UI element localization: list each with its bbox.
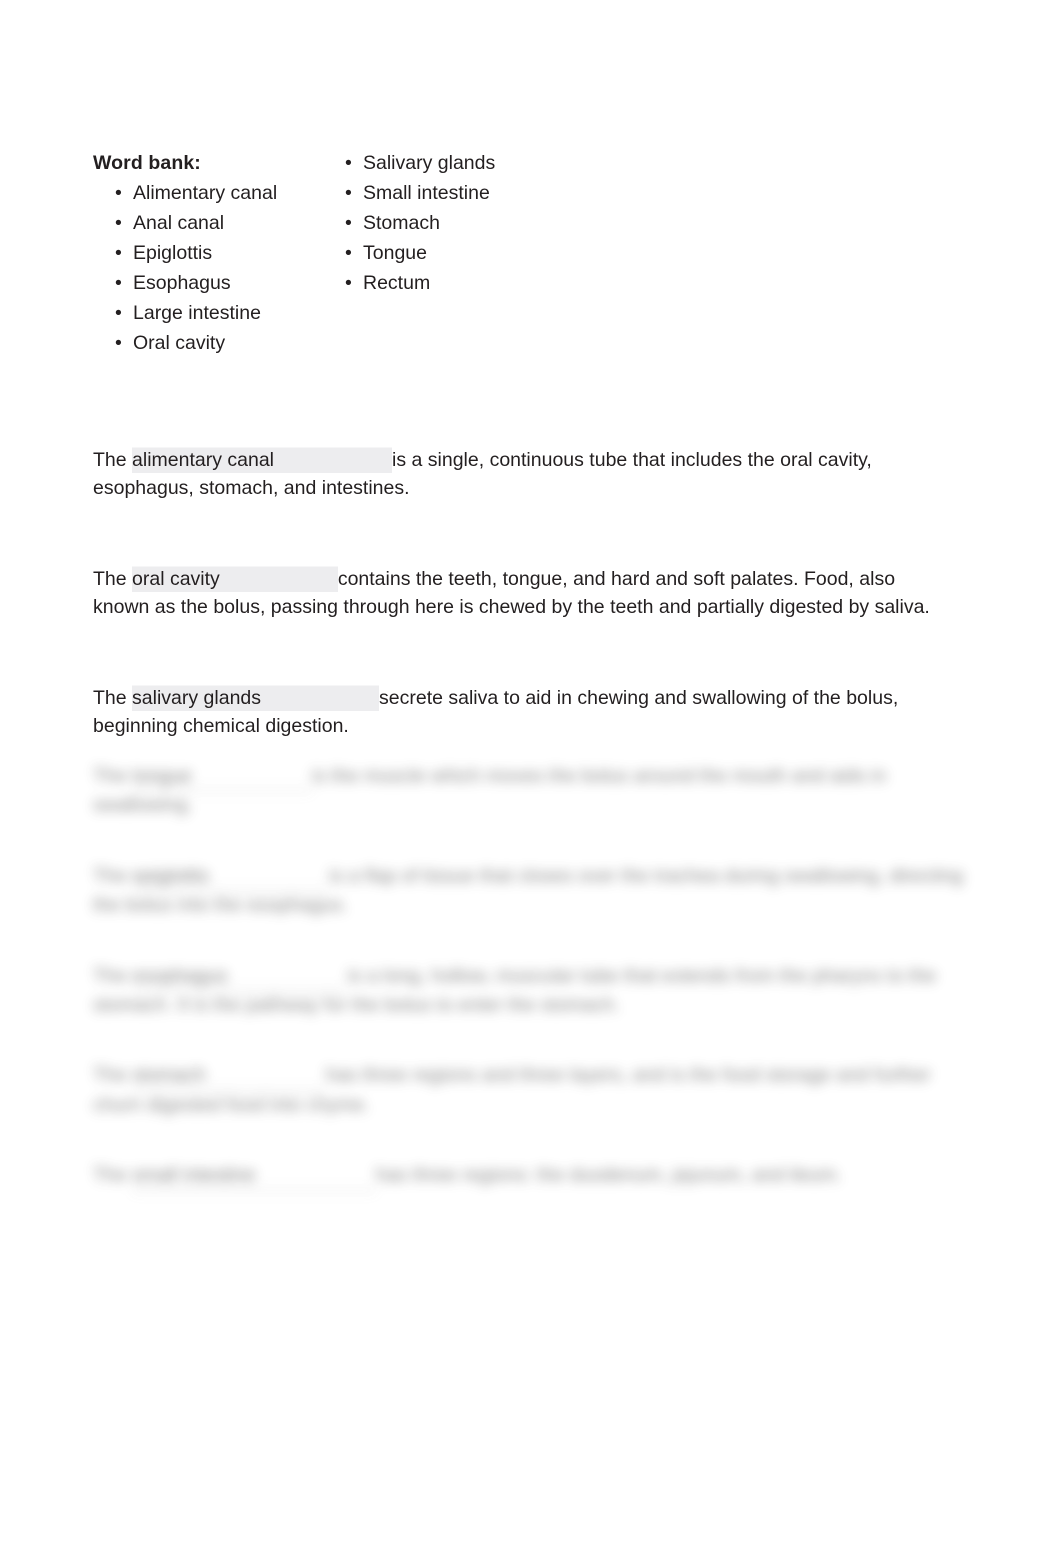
bullet-icon: • bbox=[345, 212, 352, 234]
answer-blank[interactable]: epiglottis bbox=[132, 862, 329, 892]
answer-paragraph: The salivary glands secrete saliva to aid… bbox=[93, 683, 955, 741]
bullet-icon: • bbox=[115, 302, 122, 324]
word-bank-item: • Anal canal bbox=[115, 208, 355, 238]
word-bank-item: • Small intestine bbox=[345, 178, 605, 208]
bullet-icon: • bbox=[345, 182, 352, 204]
word-bank-item: • Esophagus bbox=[115, 268, 355, 298]
answer-paragraph: The alimentary canal is a single, continu… bbox=[93, 446, 955, 503]
answer-blank[interactable]: salivary glands bbox=[132, 683, 380, 713]
word-bank-item-label: Small intestine bbox=[363, 182, 490, 204]
answer-lead: The bbox=[93, 964, 133, 987]
word-bank-item: • Alimentary canal bbox=[115, 178, 355, 208]
answer-blank[interactable]: tongue bbox=[132, 762, 312, 792]
blurred-answer-paragraph: The epiglottis is a flap of tissue that c… bbox=[93, 862, 973, 920]
answer-value: salivary glands bbox=[132, 686, 262, 709]
answer-value: epiglottis bbox=[132, 864, 209, 887]
word-bank-item-label: Epiglottis bbox=[133, 242, 213, 264]
bullet-icon: • bbox=[115, 212, 122, 234]
answer-value: alimentary canal bbox=[132, 449, 275, 471]
blurred-answer-paragraph: The tongue is the muscle which moves the … bbox=[93, 762, 973, 820]
answer-value: esophagus bbox=[132, 964, 228, 987]
answer-paragraph: The oral cavity contains the teeth, tongu… bbox=[93, 564, 955, 622]
bullet-icon: • bbox=[115, 182, 122, 204]
answers-section: The alimentary canal is a single, continu… bbox=[93, 446, 955, 740]
word-bank-item-label: Rectum bbox=[363, 272, 431, 294]
word-bank-column-1: • Alimentary canal • Anal canal • Epiglo… bbox=[115, 178, 355, 358]
answer-blank[interactable]: oral cavity bbox=[132, 564, 338, 594]
answer-blank[interactable]: small intestine bbox=[132, 1161, 376, 1191]
word-bank-item-label: Large intestine bbox=[133, 302, 261, 324]
answer-lead: The bbox=[93, 686, 133, 709]
word-bank-item-label: Anal canal bbox=[133, 212, 225, 234]
answer-value: small intestine bbox=[132, 1164, 256, 1187]
word-bank-item-label: Tongue bbox=[363, 242, 427, 264]
bullet-icon: • bbox=[345, 272, 352, 294]
word-bank-item-label: Salivary glands bbox=[363, 152, 496, 174]
word-bank-item-label: Alimentary canal bbox=[133, 182, 278, 204]
word-bank-item-label: Stomach bbox=[363, 212, 440, 234]
word-bank: Word bank: • Alimentary canal • Anal can… bbox=[93, 148, 693, 354]
word-bank-item: • Oral cavity bbox=[115, 328, 355, 358]
bullet-icon: • bbox=[345, 152, 352, 174]
blurred-answer-paragraph: The esophagus is a long, hollow, muscular… bbox=[93, 962, 973, 1020]
answer-value: tongue bbox=[132, 765, 192, 787]
word-bank-item: • Tongue bbox=[345, 238, 605, 268]
answer-lead: The bbox=[93, 765, 133, 787]
answer-blank[interactable]: stomach bbox=[132, 1061, 326, 1091]
bullet-icon: • bbox=[115, 272, 122, 294]
blurred-answer-paragraph: The small intestine has three regions: th… bbox=[93, 1161, 973, 1191]
document-page: Word bank: • Alimentary canal • Anal can… bbox=[0, 0, 1062, 1556]
answer-blank[interactable]: esophagus bbox=[132, 962, 348, 992]
answer-lead: The bbox=[93, 1064, 133, 1087]
bullet-icon: • bbox=[115, 242, 122, 264]
bullet-icon: • bbox=[115, 332, 122, 354]
word-bank-item: • Rectum bbox=[345, 268, 605, 298]
word-bank-item-label: Oral cavity bbox=[133, 332, 226, 354]
answer-lead: The bbox=[93, 567, 133, 590]
answer-lead: The bbox=[93, 449, 133, 471]
blurred-answers-section: The tongue is the muscle which moves the … bbox=[93, 762, 973, 1191]
answer-rest: has three regions: the duodenum, jejunum… bbox=[375, 1164, 842, 1187]
word-bank-item: • Large intestine bbox=[115, 298, 355, 328]
word-bank-item-label: Esophagus bbox=[133, 272, 231, 294]
word-bank-column-2: • Salivary glands • Small intestine • St… bbox=[345, 148, 605, 298]
word-bank-item: • Epiglottis bbox=[115, 238, 355, 268]
answer-lead: The bbox=[93, 864, 133, 887]
answer-lead: The bbox=[93, 1164, 133, 1187]
blurred-answer-paragraph: The stomach has three regions and three l… bbox=[93, 1061, 973, 1119]
answer-value: oral cavity bbox=[132, 567, 220, 590]
answer-value: stomach bbox=[132, 1064, 206, 1087]
word-bank-item: • Stomach bbox=[345, 208, 605, 238]
bullet-icon: • bbox=[345, 242, 352, 264]
answer-blank[interactable]: alimentary canal bbox=[132, 446, 393, 475]
word-bank-item: • Salivary glands bbox=[345, 148, 605, 178]
